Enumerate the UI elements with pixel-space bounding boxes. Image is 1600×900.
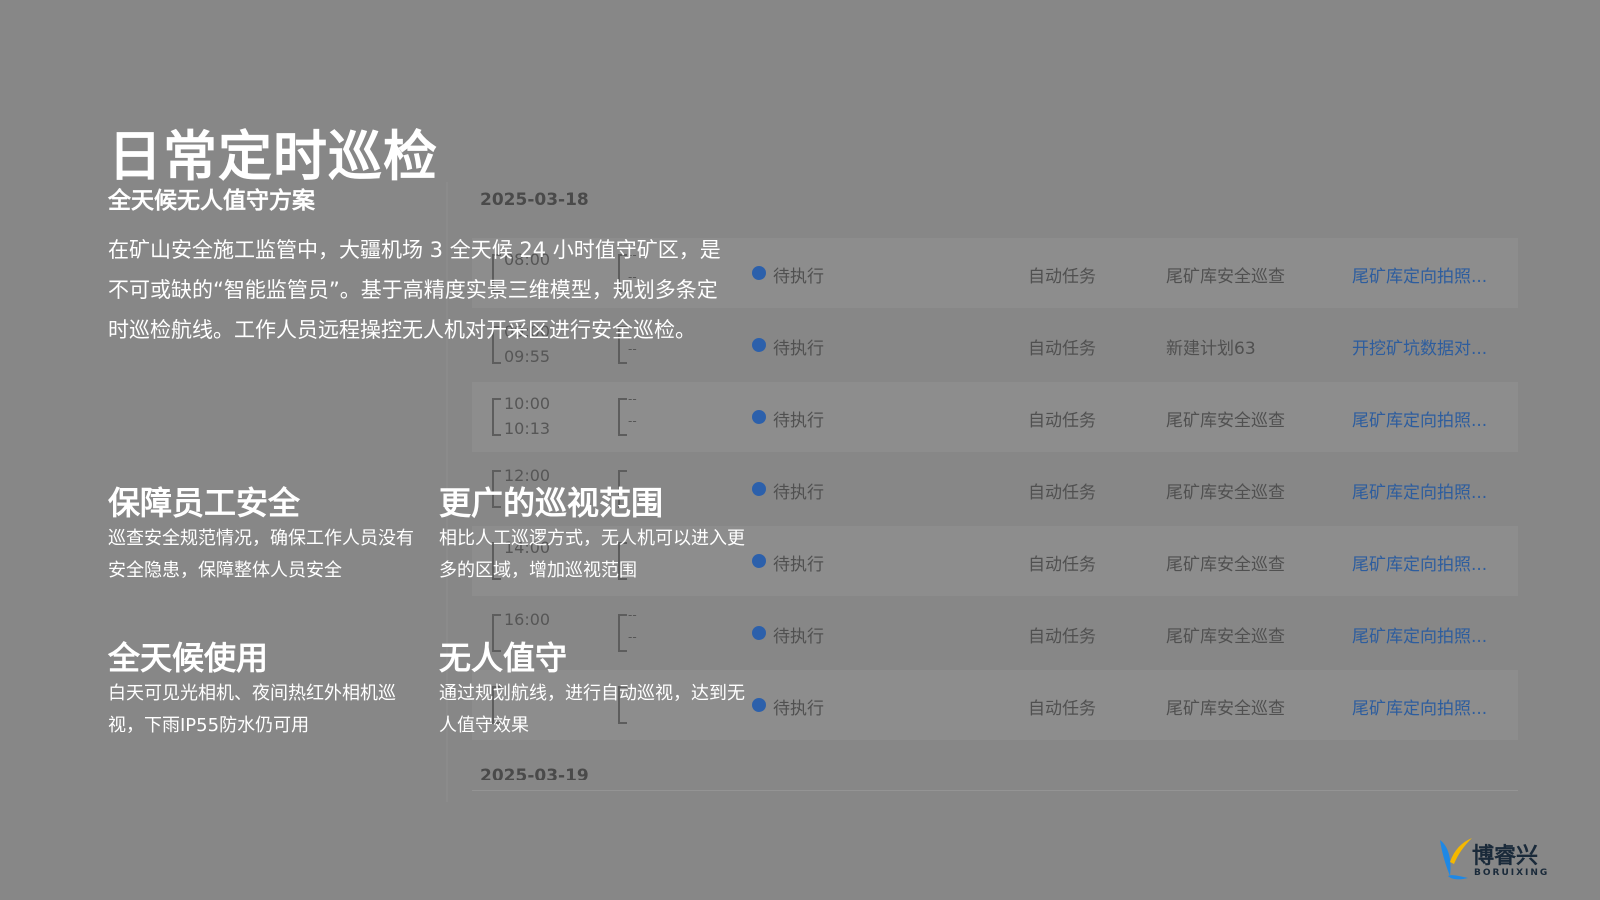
status-text: 待执行	[773, 627, 824, 647]
table-row[interactable]: 10:00 10:13 -- -- 待执行 自动任务 尾矿库安全巡查 尾矿库定向拍照...	[472, 382, 1518, 452]
feature-title-unattended: 无人值守	[439, 639, 568, 677]
route-link[interactable]: 尾矿库定向拍照...	[1352, 622, 1487, 647]
plan-name: 尾矿库安全巡查	[1166, 627, 1285, 647]
task-type: 自动任务	[1028, 339, 1096, 359]
feature-title-all-weather: 全天候使用	[108, 639, 269, 677]
status-dot-icon	[752, 698, 766, 712]
task-type: 自动任务	[1028, 411, 1096, 431]
route-link[interactable]: 尾矿库定向拍照...	[1352, 262, 1487, 287]
status-dot-icon	[752, 482, 766, 496]
duration-a: --	[628, 392, 637, 406]
status-dot-icon	[752, 554, 766, 568]
slide-title: 日常定时巡检	[108, 125, 438, 188]
status-text: 待执行	[773, 411, 824, 431]
intro-paragraph: 在矿山安全施工监管中，大疆机场 3 全天候 24 小时值守矿区，是不可或缺的“智…	[108, 238, 721, 342]
plan-name: 尾矿库安全巡查	[1166, 411, 1285, 431]
plan-name: 尾矿库安全巡查	[1166, 267, 1285, 287]
slide-subtitle: 全天候无人值守方案	[108, 188, 315, 214]
end-time: 10:13	[504, 419, 551, 438]
task-type: 自动任务	[1028, 627, 1096, 647]
plan-name: 尾矿库安全巡查	[1166, 699, 1285, 719]
status-dot-icon	[752, 626, 766, 640]
date-header-bottom: 2025-03-19	[480, 766, 589, 780]
feature-desc-unattended: 通过规划航线，进行自动巡视，达到无人值守效果	[439, 683, 745, 736]
status-dot-icon	[752, 410, 766, 424]
table-bottom-rule	[472, 790, 1518, 791]
status-dot-icon	[752, 266, 766, 280]
status-text: 待执行	[773, 483, 824, 503]
duration-b: --	[628, 630, 637, 644]
route-link[interactable]: 尾矿库定向拍照...	[1352, 694, 1487, 719]
duration-bracket	[618, 614, 627, 652]
feature-title-wider-range: 更广的巡视范围	[439, 484, 664, 522]
status-text: 待执行	[773, 699, 824, 719]
task-type: 自动任务	[1028, 267, 1096, 287]
start-time: 10:00	[504, 394, 551, 413]
status-text: 待执行	[773, 339, 824, 359]
duration-a: --	[628, 608, 637, 622]
task-type: 自动任务	[1028, 483, 1096, 503]
start-time: 16:00	[504, 610, 551, 629]
brand-name-en: BORUIXING	[1474, 868, 1550, 878]
route-link[interactable]: 尾矿库定向拍照...	[1352, 478, 1487, 503]
logo-mark-icon	[1440, 838, 1472, 880]
time-bracket	[492, 398, 501, 436]
duration-b: --	[628, 414, 637, 428]
plan-name: 尾矿库安全巡查	[1166, 555, 1285, 575]
status-dot-icon	[752, 338, 766, 352]
feature-desc-wider-range: 相比人工巡逻方式，无人机可以进入更多的区域，增加巡视范围	[439, 528, 745, 581]
feature-desc-staff-safety: 巡查安全规范情况，确保工作人员没有安全隐患，保障整体人员安全	[108, 528, 414, 581]
duration-bracket	[618, 398, 627, 436]
date-header-top: 2025-03-18	[480, 190, 589, 210]
task-type: 自动任务	[1028, 699, 1096, 719]
plan-name: 尾矿库安全巡查	[1166, 483, 1285, 503]
brand-name-cn: 博睿兴	[1472, 844, 1539, 869]
status-text: 待执行	[773, 555, 824, 575]
route-link[interactable]: 开挖矿坑数据对...	[1352, 334, 1487, 359]
route-link[interactable]: 尾矿库定向拍照...	[1352, 406, 1487, 431]
brand-logo: 博睿兴 BORUIXING	[1438, 836, 1550, 884]
table-row[interactable]: 16:00 -- -- 待执行 自动任务 尾矿库安全巡查 尾矿库定向拍照...	[472, 598, 1518, 668]
feature-desc-all-weather: 白天可见光相机、夜间热红外相机巡视，下雨IP55防水仍可用	[108, 683, 396, 736]
plan-name: 新建计划63	[1166, 339, 1256, 359]
feature-title-staff-safety: 保障员工安全	[108, 484, 301, 522]
route-link[interactable]: 尾矿库定向拍照...	[1352, 550, 1487, 575]
status-text: 待执行	[773, 267, 824, 287]
task-type: 自动任务	[1028, 555, 1096, 575]
